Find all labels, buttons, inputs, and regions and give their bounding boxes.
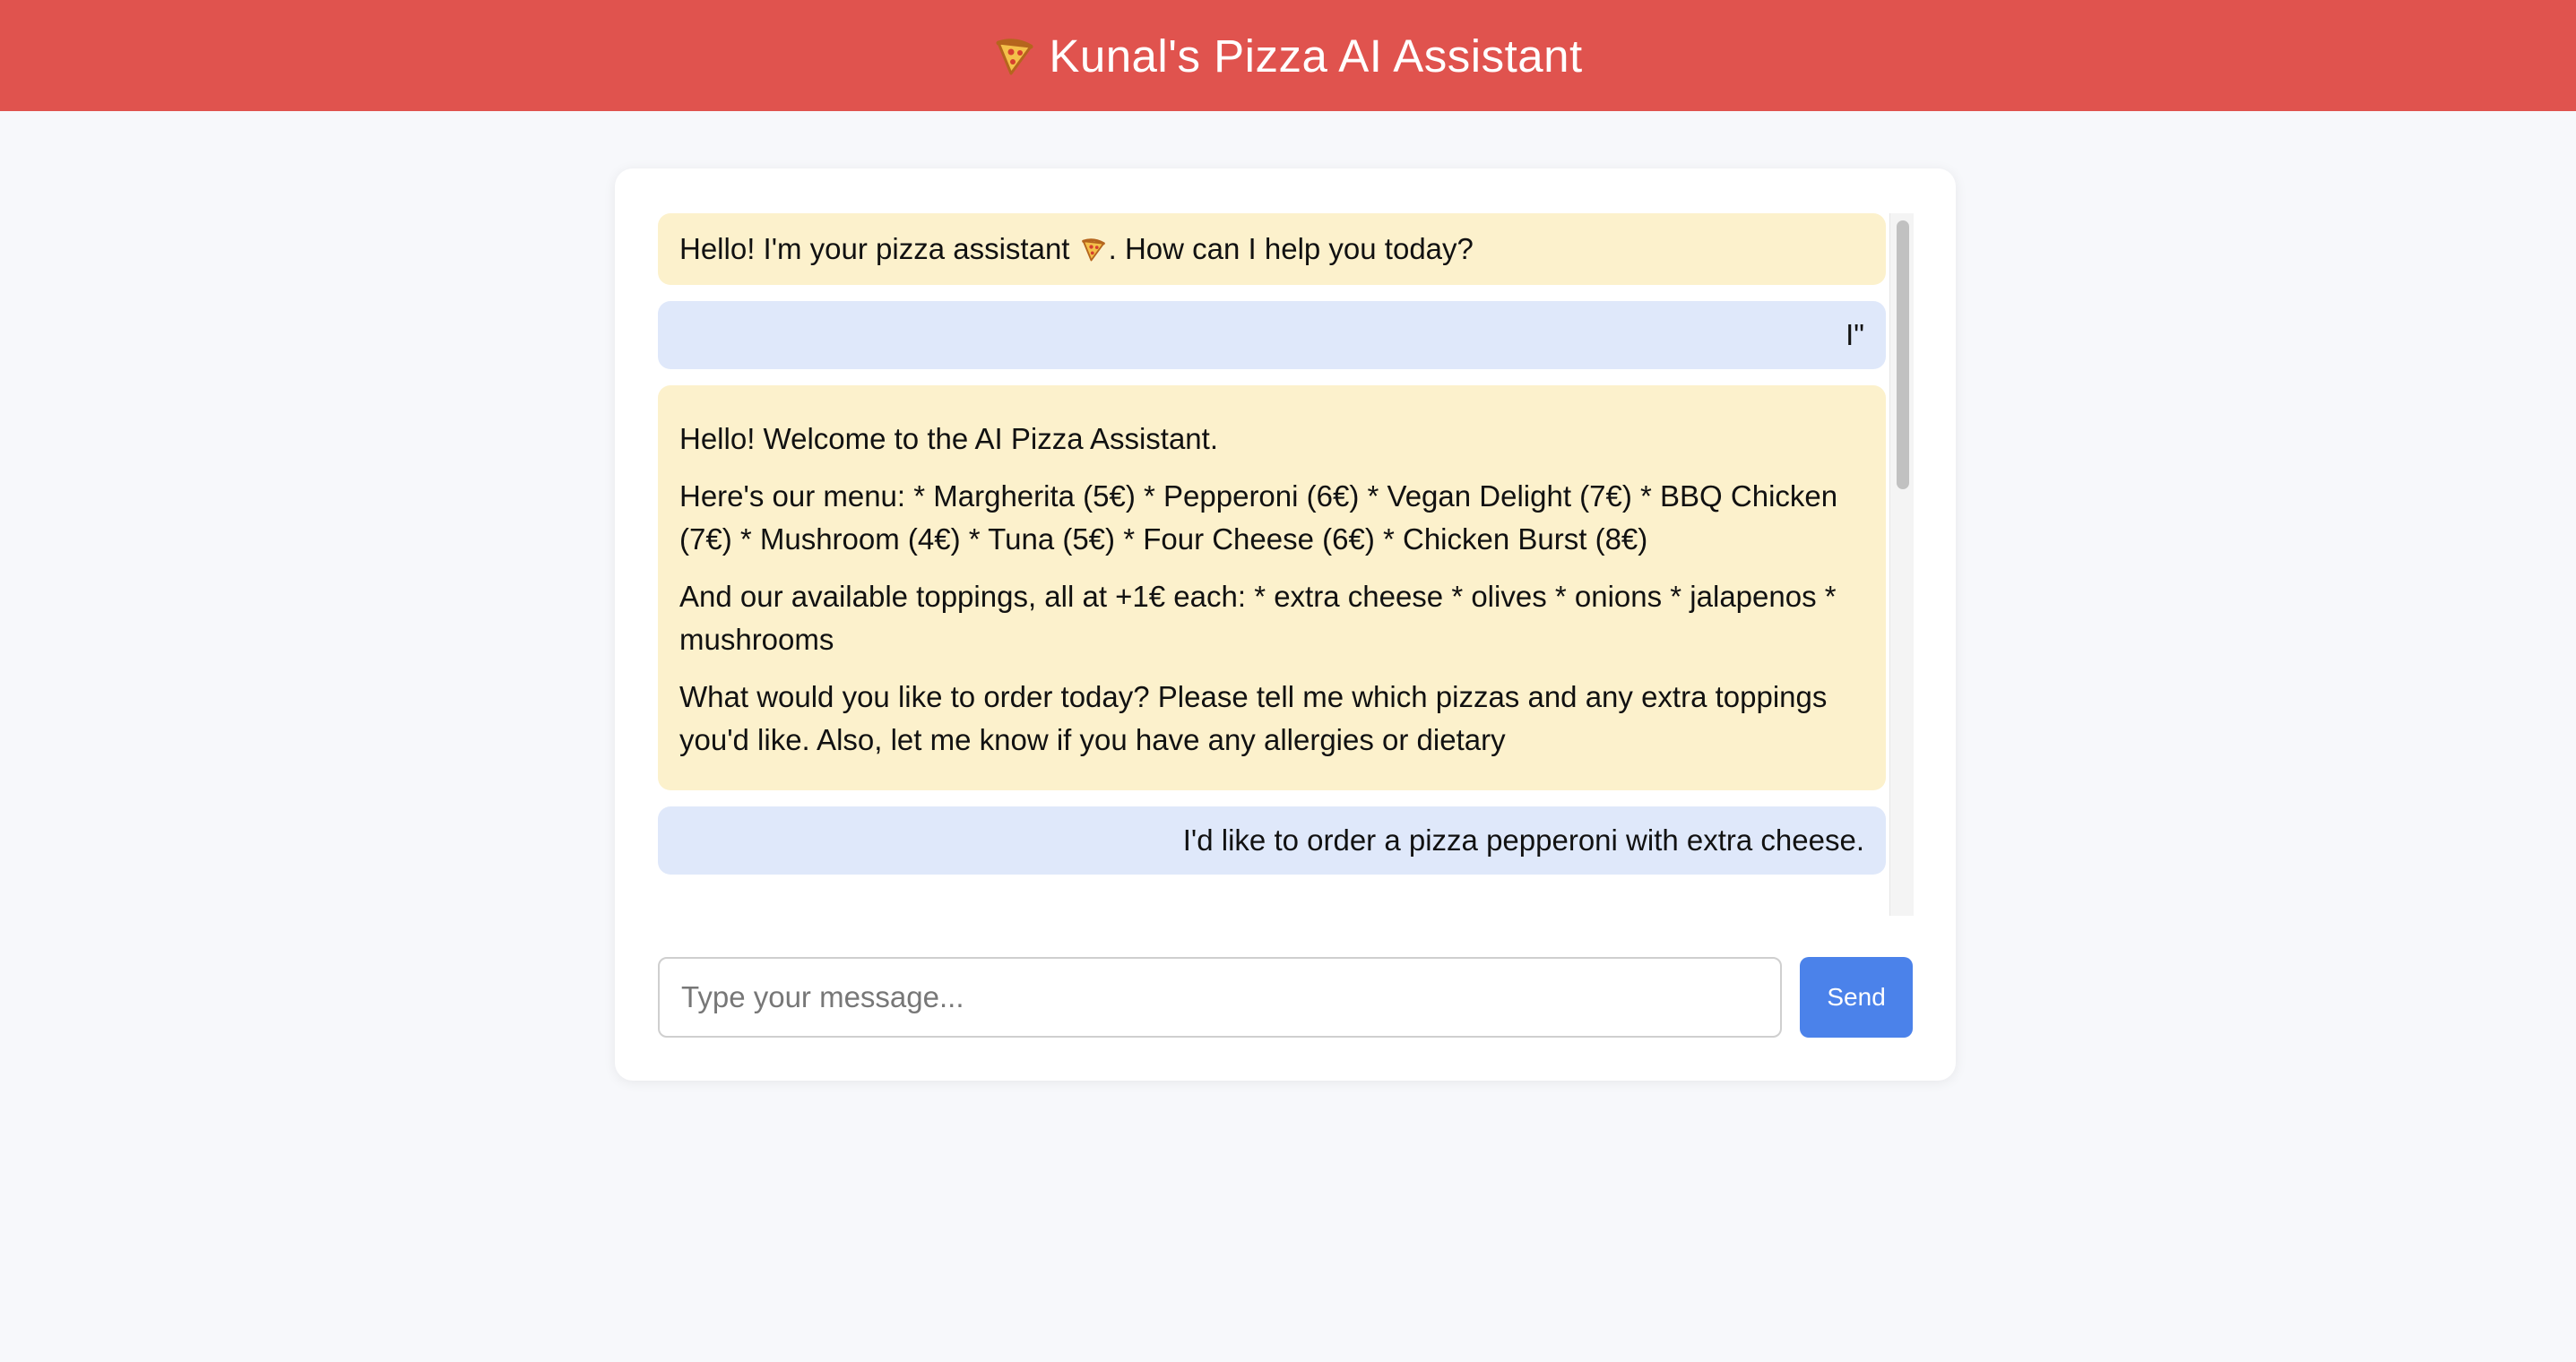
bot-message-text: Hello! I'm your pizza assistant [679,232,1070,265]
pizza-icon [993,34,1036,77]
page-title: Kunal's Pizza AI Assistant [1049,30,1583,82]
app-header: Kunal's Pizza AI Assistant [0,0,2576,111]
message-list[interactable]: Hello! I'm your pizza assistant . How ca… [658,213,1913,916]
user-message-text: I" [1846,318,1864,351]
bot-message: Hello! Welcome to the AI Pizza Assistant… [658,385,1886,790]
user-message: I'd like to order a pizza pepperoni with… [658,806,1886,875]
bot-message: Hello! I'm your pizza assistant . How ca… [658,213,1886,285]
bot-message-paragraph: Here's our menu: * Margherita (5€) * Pep… [679,479,1838,556]
user-message: I" [658,301,1886,369]
scrollbar-thumb[interactable] [1897,220,1909,489]
bot-message-paragraph: And our available toppings, all at +1€ e… [679,580,1837,656]
user-message-text: I'd like to order a pizza pepperoni with… [1182,823,1864,857]
bot-message-paragraph: What would you like to order today? Plea… [679,680,1828,756]
message-scrollbar[interactable] [1889,213,1914,916]
message-input[interactable] [658,957,1783,1038]
message-composer: Send [658,957,1913,1038]
chat-card: Hello! I'm your pizza assistant . How ca… [615,168,1956,1081]
pizza-icon [1080,231,1107,262]
bot-message-text: . How can I help you today? [1108,232,1474,265]
bot-message-paragraph: Hello! Welcome to the AI Pizza Assistant… [679,422,1218,455]
send-button[interactable]: Send [1800,957,1913,1038]
